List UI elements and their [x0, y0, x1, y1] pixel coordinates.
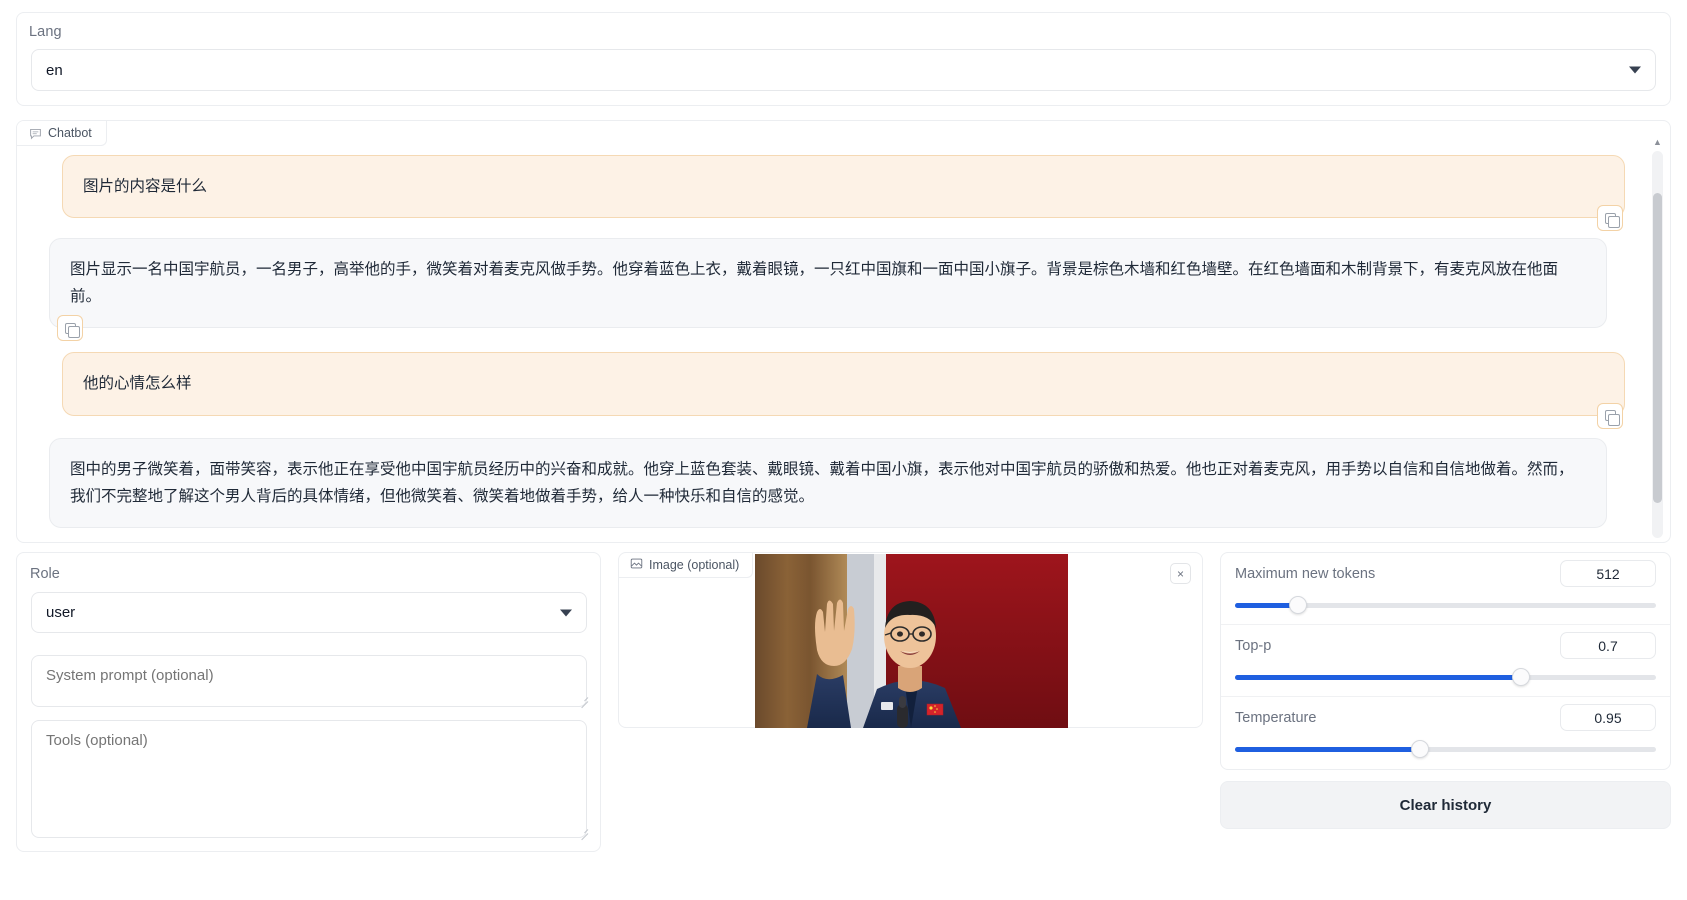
chatbot-tab-label: Chatbot — [48, 126, 92, 140]
scroll-down-icon[interactable]: ▼ — [1652, 541, 1663, 542]
param-label: Top-p — [1235, 638, 1272, 654]
remove-image-button[interactable]: × — [1170, 563, 1191, 584]
param-row-temperature: Temperature 0.95 — [1221, 697, 1670, 769]
param-label: Maximum new tokens — [1235, 566, 1376, 582]
chat-message-list: 图片的内容是什么 图片显示一名中国宇航员，一名男子，高举他的手，微笑着对着麦克风… — [17, 147, 1670, 542]
input-controls-card: Role user — [16, 552, 601, 852]
image-tab: Image (optional) — [619, 553, 754, 578]
chat-bubble-icon — [29, 127, 42, 140]
chevron-down-icon — [1629, 66, 1641, 74]
param-row-max-new-tokens: Maximum new tokens 512 — [1221, 553, 1670, 625]
copy-icon — [1604, 212, 1620, 229]
param-slider[interactable] — [1235, 668, 1656, 686]
param-row-top-p: Top-p 0.7 — [1221, 625, 1670, 697]
lang-label: Lang — [29, 24, 62, 40]
param-slider[interactable] — [1235, 740, 1656, 758]
chat-scrollbar[interactable]: ▲ ▼ — [1652, 137, 1663, 538]
slider-handle[interactable] — [1289, 596, 1308, 614]
chat-message-user-2: 他的心情怎么样 — [47, 352, 1640, 429]
chat-message-assistant-1: 图片显示一名中国宇航员，一名男子，高举他的手，微笑着对着麦克风做手势。他穿着蓝色… — [47, 238, 1640, 342]
app-root: Lang en Chatbot 图片的内容是什么 图片显示一名中国宇航员，一名男… — [0, 0, 1687, 900]
lang-dropdown[interactable]: en — [31, 49, 1656, 91]
tools-input[interactable] — [31, 720, 587, 838]
lang-selected-value: en — [46, 61, 63, 79]
image-upload-card: Image (optional) × — [618, 552, 1203, 728]
role-selected-value: user — [46, 604, 76, 621]
chat-message-user-1: 图片的内容是什么 — [47, 155, 1640, 232]
copy-icon — [64, 322, 80, 339]
copy-message-button[interactable] — [1597, 402, 1623, 429]
generation-params-card: Maximum new tokens 512 Top-p 0.7 Tempera… — [1220, 552, 1671, 770]
message-bubble: 图片的内容是什么 — [62, 155, 1625, 219]
image-tab-label: Image (optional) — [649, 558, 740, 572]
chatbot-card: Chatbot 图片的内容是什么 图片显示一名中国宇航员，一名男子，高举他的手，… — [16, 120, 1671, 543]
chevron-down-icon — [560, 609, 572, 616]
copy-icon — [1604, 410, 1620, 426]
uploaded-image[interactable] — [755, 554, 1068, 728]
chat-message-assistant-2: 图中的男子微笑着，面带笑容，表示他正在享受他中国宇航员经历中的兴奋和成就。他穿上… — [47, 437, 1640, 528]
clear-history-button[interactable]: Clear history — [1220, 781, 1671, 829]
scroll-up-icon[interactable]: ▲ — [1652, 135, 1663, 148]
system-prompt-input[interactable] — [31, 655, 587, 707]
message-bubble: 图片显示一名中国宇航员，一名男子，高举他的手，微笑着对着麦克风做手势。他穿着蓝色… — [49, 238, 1607, 329]
chat-scrollbar-thumb[interactable] — [1653, 193, 1662, 503]
copy-message-button[interactable] — [1597, 205, 1623, 232]
role-label: Role — [30, 566, 60, 582]
slider-handle[interactable] — [1512, 668, 1531, 686]
lang-card: Lang en — [16, 12, 1671, 106]
param-label: Temperature — [1235, 710, 1317, 726]
message-bubble: 图中的男子微笑着，面带笑容，表示他正在享受他中国宇航员经历中的兴奋和成就。他穿上… — [49, 437, 1607, 528]
param-slider[interactable] — [1235, 596, 1656, 614]
chatbot-tab: Chatbot — [17, 121, 107, 146]
message-bubble: 他的心情怎么样 — [62, 352, 1625, 416]
param-value-input[interactable]: 512 — [1560, 560, 1656, 587]
param-value-input[interactable]: 0.95 — [1560, 704, 1656, 731]
role-dropdown[interactable]: user — [31, 592, 587, 633]
astronaut-photo — [755, 554, 1068, 728]
copy-message-button[interactable] — [57, 315, 83, 342]
image-icon — [630, 557, 643, 573]
param-value-input[interactable]: 0.7 — [1560, 632, 1656, 659]
slider-handle[interactable] — [1411, 740, 1430, 758]
